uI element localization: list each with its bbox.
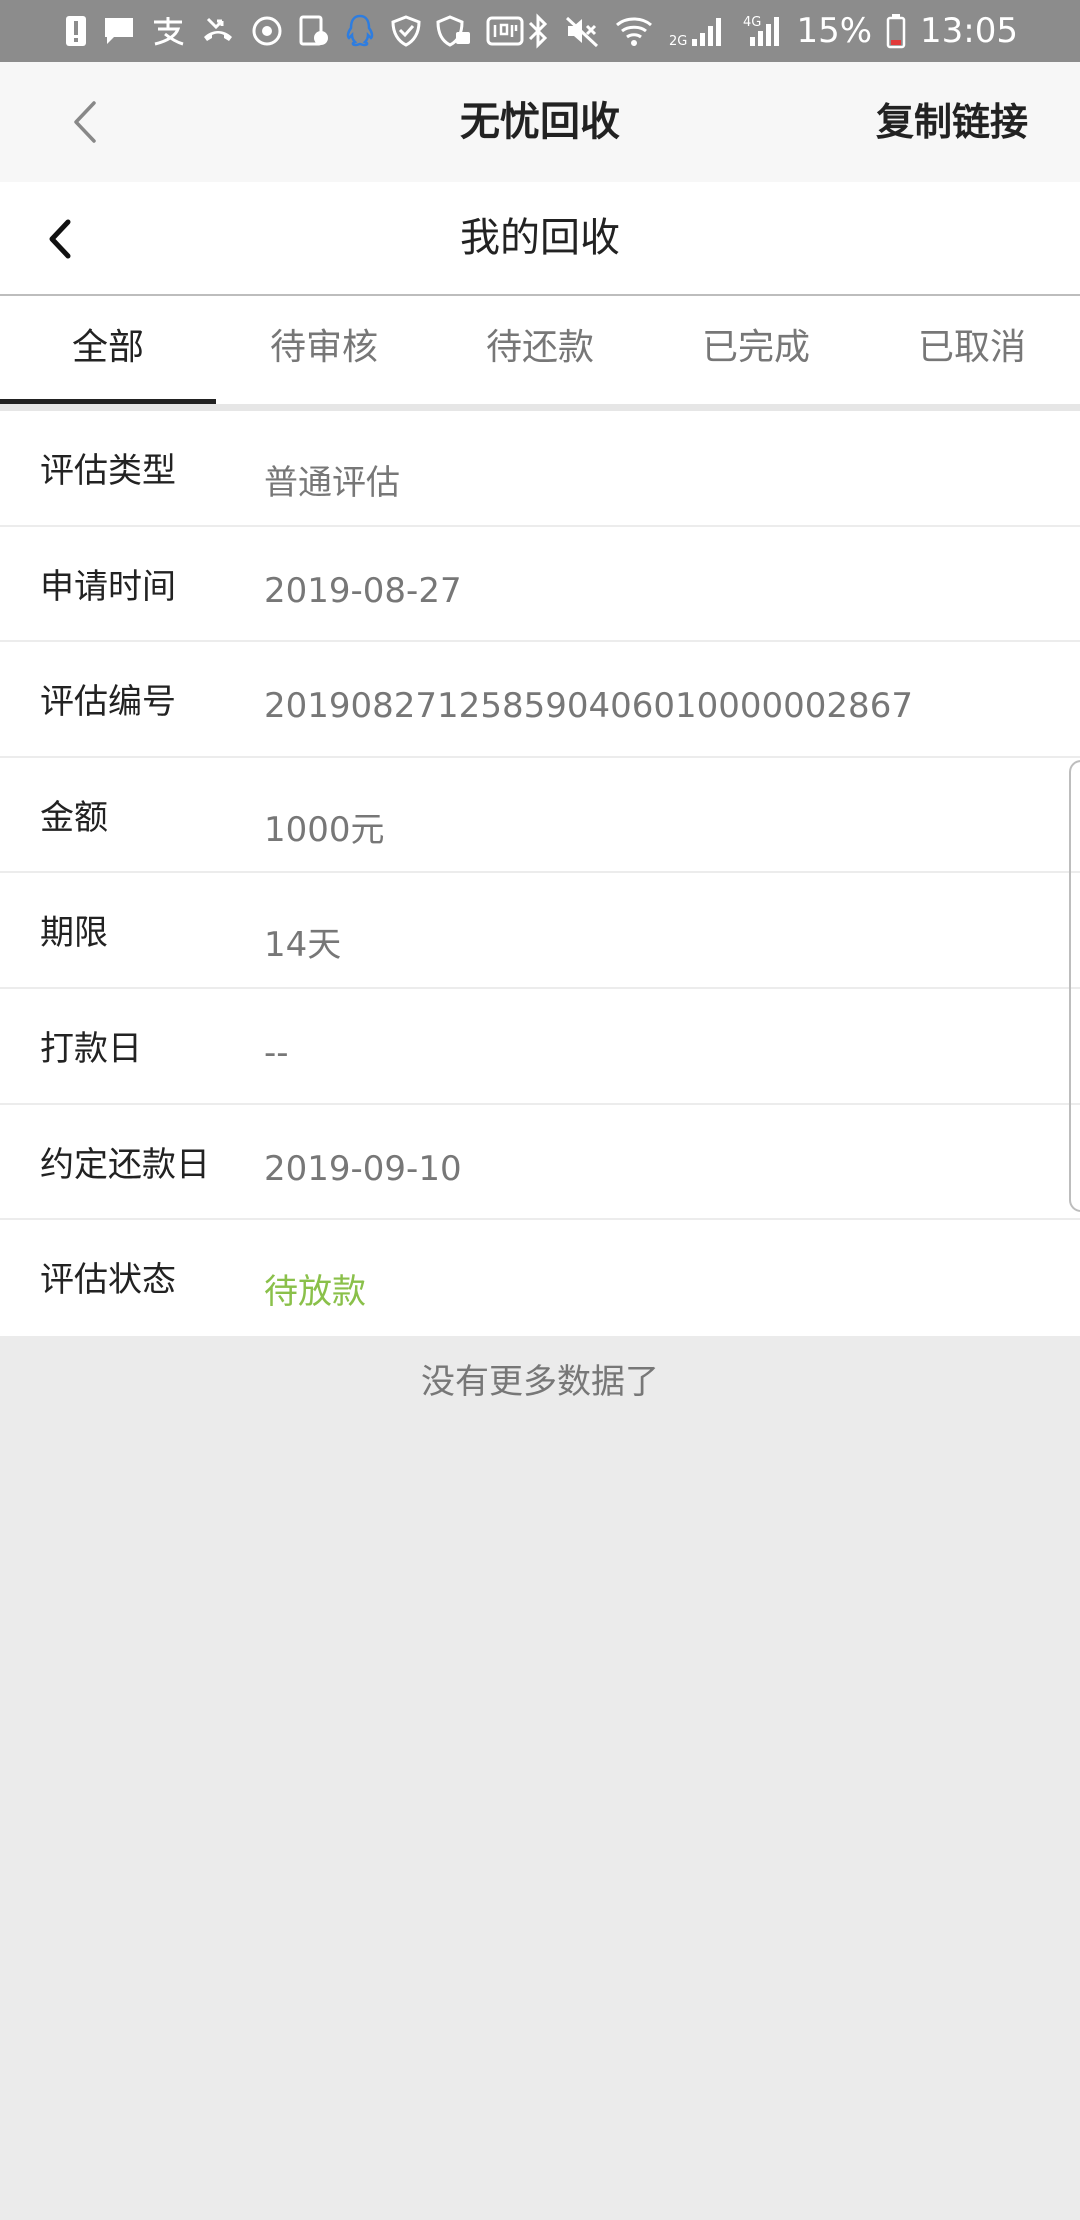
status-badge: 待放款	[264, 1272, 366, 1313]
detail-value: 2019-08-27	[264, 570, 462, 611]
detail-label: 评估类型	[40, 451, 176, 491]
recycle-order-detail[interactable]: 评估类型 普通评估 申请时间 2019-08-27 评估编号 201908271…	[0, 411, 1080, 1336]
network-2g-label: 2G	[669, 34, 687, 49]
app-header: 无忧回收 复制链接	[0, 62, 1080, 182]
detail-value: 普通评估	[264, 463, 400, 503]
detail-row-term: 期限 14天	[0, 873, 1080, 989]
status-bar: 2G 4G 15% 13:05	[0, 0, 1080, 62]
detail-label: 金额	[40, 797, 108, 838]
battery-icon	[886, 14, 906, 49]
detail-value: 2019-09-10	[264, 1148, 462, 1189]
detail-row-status: 评估状态 待放款	[0, 1220, 1080, 1336]
tabs-divider	[0, 404, 1080, 411]
tab-completed[interactable]: 已完成	[648, 296, 864, 404]
qq-icon	[346, 14, 374, 47]
signal-4g-icon: 4G	[743, 15, 780, 46]
edge-panel-handle[interactable]	[1069, 760, 1080, 1212]
detail-row-evaluation-type: 评估类型 普通评估	[0, 411, 1080, 527]
network-4g-label: 4G	[743, 15, 761, 30]
shield-check-icon	[391, 15, 421, 47]
clock: 13:05	[920, 11, 1018, 51]
status-tabs: 全部 待审核 待还款 已完成 已取消	[0, 296, 1080, 404]
detail-value: 14天	[264, 925, 342, 966]
notification-icons	[64, 10, 524, 52]
sync-icon	[252, 16, 282, 46]
detail-row-amount: 金额 1000元	[0, 758, 1080, 874]
detail-label: 评估状态	[40, 1260, 176, 1301]
tab-cancelled[interactable]: 已取消	[864, 296, 1080, 404]
copy-link-button[interactable]: 复制链接	[876, 62, 1028, 182]
mute-icon	[566, 16, 599, 48]
tab-all[interactable]: 全部	[0, 296, 216, 404]
wifi-icon	[616, 17, 653, 46]
message-icon	[105, 18, 133, 44]
page-title: 我的回收	[460, 215, 620, 261]
detail-label: 期限	[40, 913, 108, 954]
detail-label: 申请时间	[40, 566, 176, 607]
system-indicators: 2G 4G 15% 13:05	[526, 8, 1018, 54]
signal-2g-icon: 2G	[669, 18, 722, 49]
bluetooth-icon	[529, 13, 548, 49]
iqiyi-icon	[486, 16, 524, 46]
alipay-icon	[154, 17, 184, 46]
detail-label: 评估编号	[40, 682, 176, 723]
detail-value: 201908271258590406010000002867	[264, 686, 913, 727]
missed-call-icon	[204, 17, 232, 41]
detail-label: 打款日	[40, 1028, 142, 1069]
document-clock-icon	[299, 15, 328, 46]
detail-row-evaluation-number: 评估编号 201908271258590406010000002867	[0, 642, 1080, 758]
page-header: 我的回收	[0, 182, 1080, 296]
detail-label: 约定还款日	[40, 1144, 210, 1185]
detail-value: --	[264, 1032, 289, 1073]
shield-lock-icon	[436, 15, 470, 47]
detail-row-due-date: 约定还款日 2019-09-10	[0, 1105, 1080, 1221]
tab-pending-review[interactable]: 待审核	[216, 296, 432, 404]
no-more-data-text: 没有更多数据了	[421, 1362, 659, 1402]
alert-notification-icon	[66, 16, 86, 46]
detail-row-payment-date: 打款日 --	[0, 989, 1080, 1105]
tab-pending-repayment[interactable]: 待还款	[432, 296, 648, 404]
battery-percent: 15%	[796, 11, 873, 51]
detail-value: 1000元	[264, 809, 385, 850]
detail-row-apply-time: 申请时间 2019-08-27	[0, 527, 1080, 643]
